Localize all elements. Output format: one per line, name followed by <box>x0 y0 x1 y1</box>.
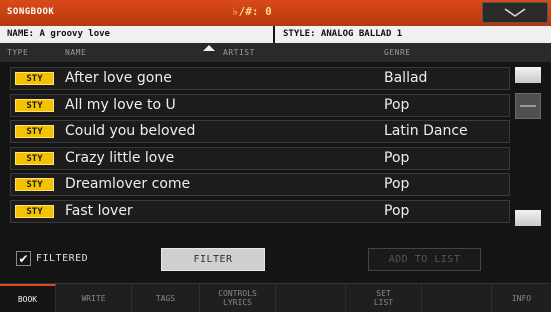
sort-ascending-icon <box>203 45 215 51</box>
list-item[interactable]: STY Could you beloved Latin Dance <box>10 120 510 143</box>
list-header: TYPE NAME ARTIST GENRE <box>0 43 551 62</box>
scroll-thumb[interactable] <box>515 93 541 119</box>
scroll-down-button[interactable] <box>515 210 541 226</box>
entry-genre: Pop <box>384 96 410 113</box>
bottom-tab-bar: BOOK WRITE TAGS CONTROLS LYRICS SET LIST… <box>0 283 551 312</box>
tab-tags[interactable]: TAGS <box>132 284 200 312</box>
type-badge: STY <box>15 151 54 165</box>
add-to-list-button[interactable]: ADD TO LIST <box>368 248 481 271</box>
songbook-list: STY After love gone Ballad STY All my lo… <box>10 67 510 226</box>
type-badge: STY <box>15 204 54 218</box>
filter-button[interactable]: FILTER <box>161 248 265 271</box>
title-bar: SONGBOOK ♭/#: 0 <box>0 0 551 26</box>
entry-genre: Ballad <box>384 70 428 86</box>
tab-empty-2[interactable] <box>422 284 492 312</box>
tab-list-label: LIST <box>373 298 394 307</box>
selection-info-bar: NAME: A groovy love STYLE: ANALOG BALLAD… <box>0 26 551 43</box>
list-item[interactable]: STY Dreamlover come Pop <box>10 173 510 196</box>
entry-name: Dreamlover come <box>65 176 191 192</box>
entry-name: After love gone <box>65 70 172 86</box>
tab-set-list[interactable]: SET LIST <box>346 284 422 312</box>
current-name: NAME: A groovy love <box>7 29 110 39</box>
column-header-type[interactable]: TYPE <box>7 48 28 57</box>
type-badge: STY <box>15 178 54 191</box>
entry-name: Fast lover <box>65 202 133 219</box>
list-item[interactable]: STY All my love to U Pop <box>10 93 510 117</box>
list-item[interactable]: STY Fast lover Pop <box>10 199 510 223</box>
tab-info[interactable]: INFO <box>492 284 551 312</box>
tab-controls-label: CONTROLS <box>218 289 257 298</box>
list-item[interactable]: STY Crazy little love Pop <box>10 146 510 170</box>
entry-genre: Pop <box>384 202 410 219</box>
entry-name: Could you beloved <box>65 123 196 139</box>
column-header-name[interactable]: NAME <box>65 48 86 57</box>
entry-genre: Latin Dance <box>384 123 468 139</box>
list-scrollbar[interactable] <box>513 67 543 231</box>
type-badge: STY <box>15 72 54 85</box>
page-menu-button[interactable] <box>482 2 548 23</box>
type-badge: STY <box>15 98 54 112</box>
filtered-label: FILTERED <box>36 253 89 264</box>
current-style: STYLE: ANALOG BALLAD 1 <box>273 26 551 43</box>
chevron-down-icon <box>504 7 526 17</box>
checkmark-icon: ✔ <box>18 252 29 266</box>
tab-set-label: SET <box>376 289 391 298</box>
entry-genre: Pop <box>384 149 410 166</box>
tab-lyrics-label: LYRICS <box>223 298 252 307</box>
tab-book[interactable]: BOOK <box>0 284 56 312</box>
page-title: SONGBOOK <box>7 7 55 17</box>
type-badge: STY <box>15 125 54 138</box>
filtered-checkbox[interactable]: ✔ <box>16 251 31 266</box>
entry-name: Crazy little love <box>65 149 175 166</box>
tab-write[interactable]: WRITE <box>56 284 132 312</box>
transpose-indicator: ♭/#: 0 <box>232 5 272 18</box>
entry-genre: Pop <box>384 176 410 192</box>
list-item[interactable]: STY After love gone Ballad <box>10 67 510 90</box>
entry-name: All my love to U <box>65 96 176 113</box>
tab-empty-1[interactable] <box>276 284 346 312</box>
column-header-genre[interactable]: GENRE <box>384 48 411 57</box>
scroll-up-button[interactable] <box>515 67 541 83</box>
tab-controls-lyrics[interactable]: CONTROLS LYRICS <box>200 284 276 312</box>
column-header-artist[interactable]: ARTIST <box>223 48 255 57</box>
